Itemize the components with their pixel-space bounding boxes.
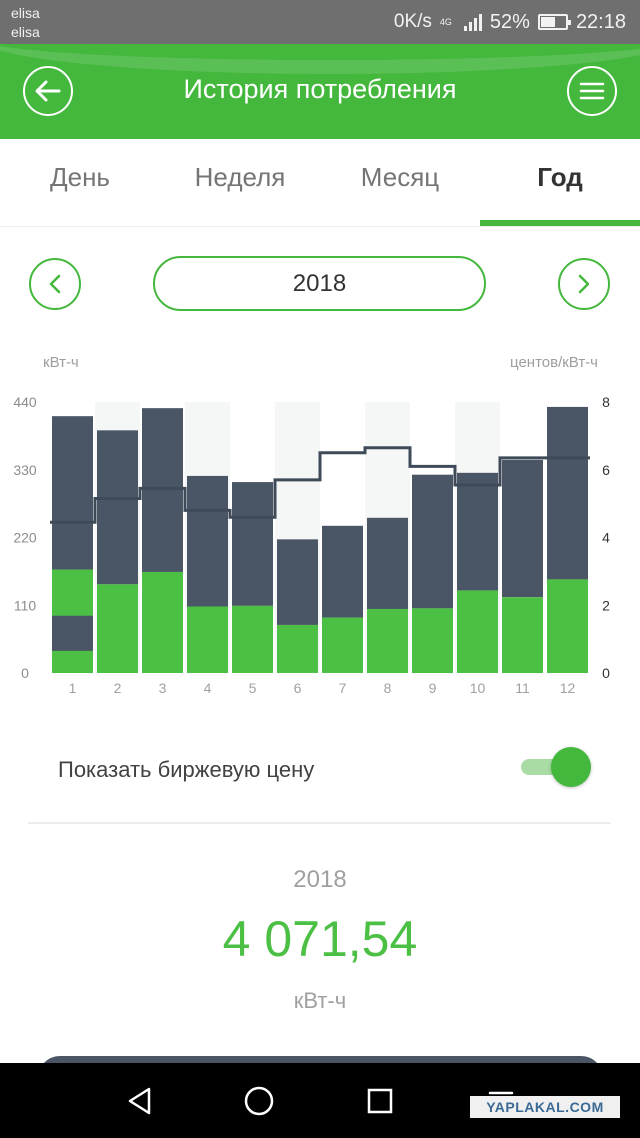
chart-plot: 0110220330440024681 2 3 4 5 6 7 8 9 10 11 12 (13, 394, 610, 696)
next-period-button[interactable] (558, 258, 610, 310)
chevron-left-icon (49, 274, 61, 294)
y-tick-label: 0 (21, 665, 29, 681)
signal-icon (463, 13, 482, 31)
y-tick-label: 220 (13, 530, 37, 546)
nav-recents-button[interactable] (362, 1083, 398, 1119)
menu-button[interactable] (567, 66, 617, 116)
x-tick-label: 4 (204, 680, 212, 696)
bar-segment-green (187, 606, 228, 673)
bar-segment-consumption (187, 475, 228, 607)
clock: 22:18 (575, 10, 626, 33)
toggle-knob (551, 747, 591, 787)
bar-segment-green (547, 579, 588, 673)
bar-segment-consumption (277, 539, 318, 625)
x-tick-label: 3 (159, 680, 167, 696)
bar-inner-segment (52, 615, 93, 651)
x-tick-label: 9 (429, 680, 437, 696)
app-screen: elisa elisa 0K/s 4G 52% 22:18 История по… (0, 0, 640, 1138)
tab-year[interactable]: Год (480, 139, 640, 227)
bar-segment-consumption (232, 482, 273, 606)
bar-segment-green (277, 624, 318, 673)
page-title: История потребления (183, 74, 457, 104)
bar-segment-green (502, 597, 543, 674)
app-header: История потребления (0, 44, 640, 139)
header-decoration (0, 44, 640, 74)
toggle-label: Показать биржевую цену (58, 757, 315, 782)
x-tick-label: 6 (294, 680, 302, 696)
x-tick-label: 2 (114, 680, 122, 696)
y2-tick-label: 8 (602, 394, 610, 410)
tab-month[interactable]: Месяц (320, 139, 480, 227)
bar-segment-consumption (322, 525, 363, 618)
bar-segment-consumption (502, 459, 543, 598)
carrier-label: elisa (11, 24, 40, 40)
x-tick-label: 11 (515, 680, 530, 696)
y2-tick-label: 4 (602, 530, 610, 546)
y-tick-label: 440 (13, 394, 37, 410)
tab-day[interactable]: День (0, 139, 160, 227)
y-tick-label: 110 (14, 597, 37, 613)
x-tick-label: 5 (249, 680, 257, 696)
bar-segment-green (322, 617, 363, 673)
bar-segment-green (97, 584, 138, 674)
battery-icon (537, 14, 571, 30)
status-bar: elisa elisa 0K/s 4G 52% 22:18 (0, 0, 640, 44)
right-axis-unit: центов/кВт-ч (510, 354, 598, 371)
battery-percent: 52% (489, 10, 530, 33)
watermark: YAPLAKAL.COM (470, 1096, 620, 1118)
x-tick-label: 1 (69, 680, 77, 696)
consumption-chart: кВт-ч центов/кВт-ч 0 110 220 330 440 0 2 4 6 8 1 2 3… (0, 340, 640, 710)
period-tabs: День Неделя Месяц Год (0, 139, 640, 227)
carrier-label: elisa (11, 5, 40, 21)
hamburger-menu-icon (579, 82, 605, 100)
bar-segment-consumption (367, 517, 408, 609)
y2-tick-label: 2 (602, 597, 610, 613)
summary-year: 2018 (293, 866, 347, 893)
y-tick-label: 330 (13, 462, 37, 478)
bar-segment-consumption (142, 408, 183, 572)
active-tab-indicator (480, 220, 640, 226)
x-tick-label: 8 (384, 680, 392, 696)
x-tick-label: 12 (560, 680, 576, 696)
bar-segment-consumption (457, 472, 498, 591)
bar-segment-consumption (547, 406, 588, 580)
bar-segment-green (232, 605, 273, 673)
exchange-price-toggle-row: Показать биржевую цену (28, 740, 611, 800)
bar-segment-green (142, 571, 183, 673)
x-tick-label: 10 (470, 680, 486, 696)
x-tick-label: 7 (339, 680, 347, 696)
divider (28, 822, 611, 824)
y2-tick-label: 6 (602, 462, 610, 478)
bar-segment-consumption (412, 474, 453, 609)
battery-level (540, 17, 555, 27)
bar-segment-consumption (52, 416, 93, 570)
circle-home-icon (244, 1086, 274, 1116)
period-selector[interactable]: 2018 (153, 256, 486, 311)
bar-segment-green (367, 608, 408, 674)
exchange-price-toggle[interactable] (521, 747, 591, 787)
network-type-icon: 4G (439, 17, 452, 27)
tab-week[interactable]: Неделя (160, 139, 320, 227)
bar-segment-green (457, 590, 498, 673)
chevron-right-icon (578, 274, 590, 294)
status-indicators: 0K/s 4G 52% 22:18 (394, 9, 626, 35)
previous-period-button[interactable] (29, 258, 81, 310)
network-speed: 0K/s (393, 11, 432, 32)
bar-segment-consumption (97, 430, 138, 585)
triangle-back-icon (128, 1087, 151, 1115)
summary-unit: кВт-ч (293, 988, 347, 1013)
y2-tick-label: 0 (602, 665, 610, 681)
left-axis-unit: кВт-ч (43, 354, 79, 371)
nav-home-button[interactable] (241, 1083, 277, 1119)
bar-segment-green (412, 608, 453, 674)
square-recents-icon (367, 1088, 393, 1114)
nav-back-button[interactable] (121, 1083, 157, 1119)
summary-value: 4 071,54 (222, 911, 418, 967)
